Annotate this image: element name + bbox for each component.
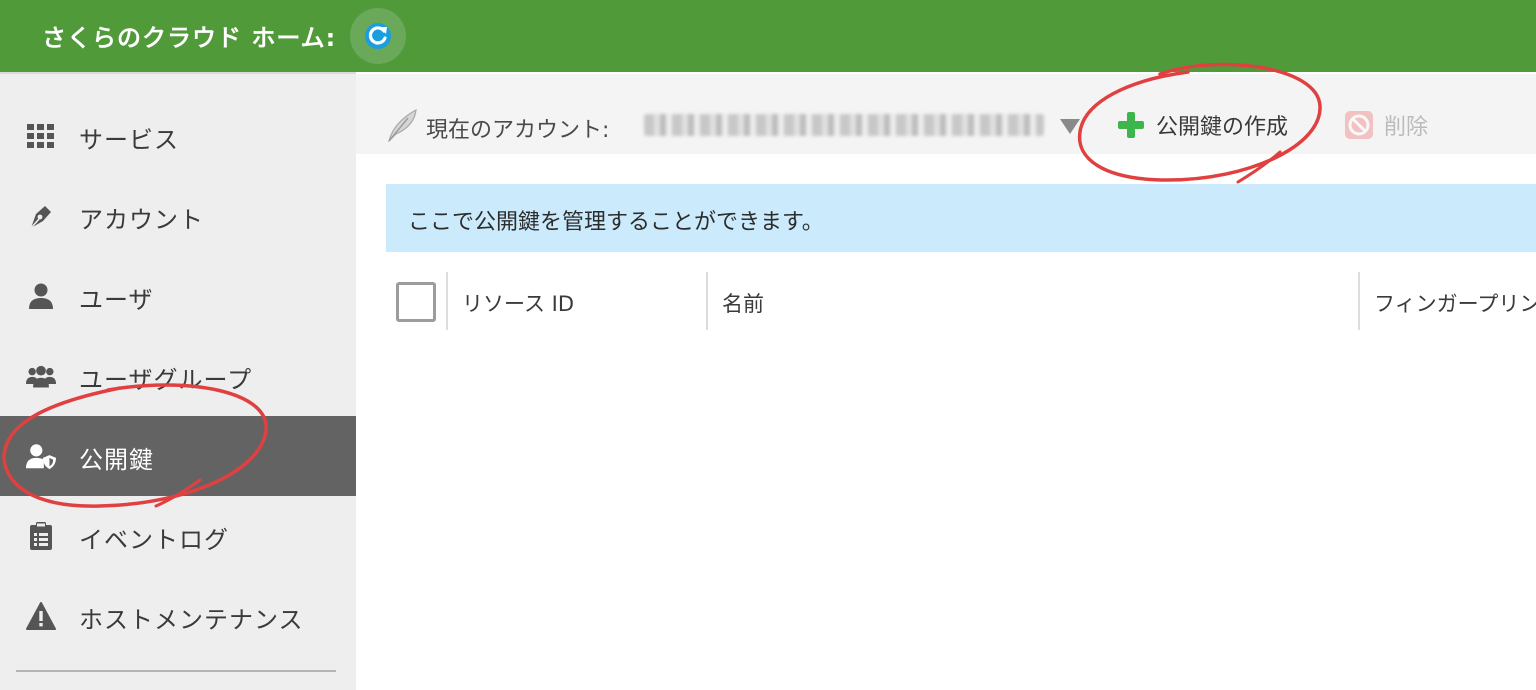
- info-message: ここで公開鍵を管理することができます。: [408, 210, 824, 235]
- column-header-resource-id[interactable]: リソース ID: [462, 288, 574, 318]
- clipboard-list-icon: [26, 522, 56, 550]
- chevron-down-icon[interactable]: [1058, 116, 1082, 136]
- refresh-icon: [365, 23, 391, 49]
- column-divider: [1358, 272, 1360, 330]
- users-icon: [26, 362, 56, 390]
- warning-icon: [26, 602, 56, 630]
- sidebar-item-label: ホストメンテナンス: [79, 606, 304, 634]
- sidebar-item-label: サービス: [79, 126, 179, 154]
- column-divider: [446, 272, 448, 330]
- sidebar-divider: [16, 670, 336, 672]
- app-title[interactable]: さくらのクラウド ホーム:: [42, 18, 336, 53]
- table-header: リソース ID 名前 フィンガープリン: [386, 268, 1536, 334]
- delete-button[interactable]: 削除: [1344, 108, 1428, 142]
- delete-icon: [1345, 111, 1373, 139]
- column-divider: [706, 272, 708, 330]
- select-all-checkbox[interactable]: [396, 282, 436, 322]
- sidebar-item-public-key[interactable]: 公開鍵: [0, 416, 356, 496]
- create-public-key-button[interactable]: 公開鍵の作成: [1116, 108, 1288, 142]
- sidebar-item-account[interactable]: アカウント: [0, 176, 356, 256]
- sidebar: サービス アカウント ユーザ ユーザグループ 公開鍵 イベントログ ホストメンテ…: [0, 72, 356, 690]
- sidebar-item-label: ユーザ: [79, 286, 154, 314]
- delete-label: 削除: [1384, 115, 1429, 140]
- sidebar-item-user-group[interactable]: ユーザグループ: [0, 336, 356, 416]
- plus-icon: [1116, 110, 1146, 140]
- sidebar-item-label: ユーザグループ: [79, 366, 253, 394]
- grid-icon: [26, 122, 56, 150]
- sidebar-item-label: イベントログ: [79, 526, 229, 554]
- column-header-name[interactable]: 名前: [722, 288, 764, 318]
- toolbar: 現在のアカウント: 公開鍵の作成 削除: [356, 74, 1536, 154]
- pen-nib-icon: [26, 202, 56, 230]
- sidebar-item-label: アカウント: [79, 206, 204, 234]
- current-account-label: 現在のアカウント:: [426, 118, 610, 143]
- info-message-box: ここで公開鍵を管理することができます。: [386, 184, 1536, 252]
- sidebar-item-user[interactable]: ユーザ: [0, 256, 356, 336]
- sidebar-item-services[interactable]: サービス: [0, 96, 356, 176]
- column-header-fingerprint[interactable]: フィンガープリン: [1374, 288, 1536, 318]
- sidebar-item-event-log[interactable]: イベントログ: [0, 496, 356, 576]
- sidebar-item-host-maintenance[interactable]: ホストメンテナンス: [0, 576, 356, 656]
- sidebar-item-label: 公開鍵: [79, 446, 154, 474]
- create-public-key-label: 公開鍵の作成: [1156, 115, 1289, 140]
- user-shield-icon: [26, 442, 56, 470]
- top-header-bar: さくらのクラウド ホーム:: [0, 0, 1536, 72]
- user-icon: [26, 282, 56, 310]
- current-account-selector[interactable]: [644, 114, 1044, 136]
- refresh-button[interactable]: [350, 8, 406, 64]
- feather-icon: [386, 108, 418, 143]
